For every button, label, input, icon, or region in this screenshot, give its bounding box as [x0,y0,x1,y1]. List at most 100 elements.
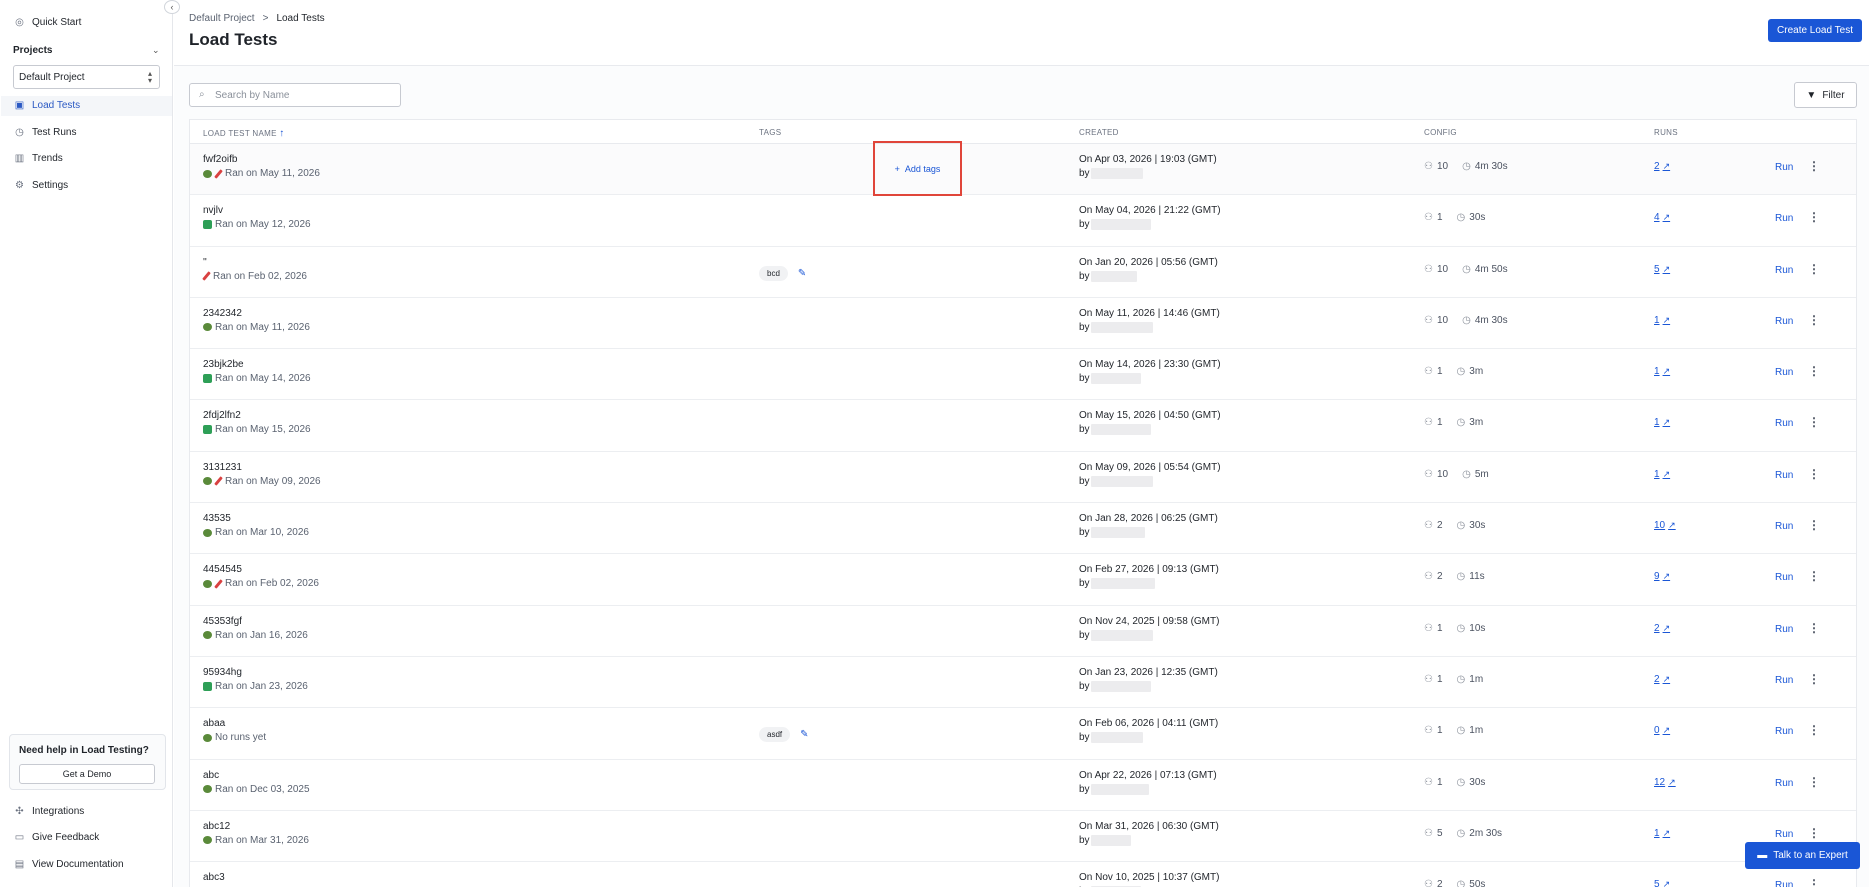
more-options-icon[interactable]: ⋮ [1808,262,1820,276]
run-button[interactable]: Run [1775,521,1793,532]
load-test-name[interactable]: 2fdj2lfn2 [203,410,241,421]
load-test-name[interactable]: abaa [203,718,225,729]
more-options-icon[interactable]: ⋮ [1808,313,1820,327]
tag-chip[interactable]: asdf [759,727,791,743]
more-options-icon[interactable]: ⋮ [1808,364,1820,378]
load-test-name[interactable]: 2342342 [203,308,242,319]
more-options-icon[interactable]: ⋮ [1808,518,1820,532]
table-row[interactable]: 4454545 Ran on Feb 02, 2026 On Feb 27, 2… [190,554,1856,606]
sidebar-item-test-runs[interactable]: ◷ Test Runs [14,127,76,138]
run-button[interactable]: Run [1775,162,1793,173]
runs-link[interactable]: 1 ↗ [1654,417,1670,428]
more-options-icon[interactable]: ⋮ [1808,621,1820,635]
load-test-name[interactable]: abc12 [203,821,230,832]
runs-link[interactable]: 5 ↗ [1654,264,1670,275]
runs-count: 5 [1654,879,1660,887]
table-row[interactable]: 45353fgf Ran on Jan 16, 2026 On Nov 24, … [190,606,1856,657]
runs-link[interactable]: 4 ↗ [1654,212,1670,223]
load-test-name[interactable]: 3131231 [203,462,242,473]
create-load-test-button[interactable]: Create Load Test [1768,19,1862,42]
more-options-icon[interactable]: ⋮ [1808,467,1820,481]
table-row[interactable]: 3131231 Ran on May 09, 2026 On May 09, 2… [190,452,1856,504]
load-test-name[interactable]: nvjlv [203,205,223,216]
run-button[interactable]: Run [1775,470,1793,481]
runs-link[interactable]: 2 ↗ [1654,623,1670,634]
table-row[interactable]: abc Ran on Dec 03, 2025 On Apr 22, 2026 … [190,760,1856,811]
sidebar-item-view-documentation[interactable]: ▤ View Documentation [14,859,124,870]
breadcrumb-project[interactable]: Default Project [189,13,255,24]
sidebar-item-trends[interactable]: ▥ Trends [14,153,63,164]
add-tags-button[interactable]: + Add tags [873,141,962,196]
run-button[interactable]: Run [1775,675,1793,686]
more-options-icon[interactable]: ⋮ [1808,415,1820,429]
load-test-name[interactable]: 45353fgf [203,616,242,627]
more-options-icon[interactable]: ⋮ [1808,877,1820,887]
table-row[interactable]: abc3 On Nov 10, 2025 | 10:37 (GMT) by ⚇2… [190,862,1856,887]
sidebar-item-integrations[interactable]: ✣ Integrations [14,806,84,817]
run-button[interactable]: Run [1775,829,1793,840]
runs-link[interactable]: 10 ↗ [1654,520,1676,531]
run-button[interactable]: Run [1775,778,1793,789]
run-button[interactable]: Run [1775,726,1793,737]
chevron-down-icon[interactable]: ⌄ [152,45,160,56]
table-row[interactable]: 2fdj2lfn2 Ran on May 15, 2026 On May 15,… [190,400,1856,452]
run-button[interactable]: Run [1775,418,1793,429]
run-button[interactable]: Run [1775,265,1793,276]
table-row[interactable]: 95934hg Ran on Jan 23, 2026 On Jan 23, 2… [190,657,1856,709]
run-button[interactable]: Run [1775,367,1793,378]
run-button[interactable]: Run [1775,880,1793,887]
more-options-icon[interactable]: ⋮ [1808,159,1820,173]
load-test-name[interactable]: 4454545 [203,564,242,575]
more-options-icon[interactable]: ⋮ [1808,210,1820,224]
runs-link[interactable]: 1 ↗ [1654,828,1670,839]
runs-link[interactable]: 0 ↗ [1654,725,1670,736]
sidebar-item-load-tests[interactable]: ▣ Load Tests [14,100,80,111]
runs-link[interactable]: 2 ↗ [1654,161,1670,172]
filter-button[interactable]: ▼ Filter [1794,82,1857,108]
runs-link[interactable]: 1 ↗ [1654,366,1670,377]
run-button[interactable]: Run [1775,316,1793,327]
tag-chip[interactable]: bcd [759,265,788,281]
sidebar-item-quick-start[interactable]: ◎ Quick Start [14,17,81,28]
table-row[interactable]: '' Ran on Feb 02, 2026 bcd ✎ On Jan 20, 2… [190,247,1856,298]
run-button[interactable]: Run [1775,624,1793,635]
project-select[interactable]: Default Project ▴ ▾ [13,65,160,89]
runs-link[interactable]: 12 ↗ [1654,777,1676,788]
runs-link[interactable]: 1 ↗ [1654,469,1670,480]
collapse-sidebar-button[interactable]: ‹ [164,0,180,14]
more-options-icon[interactable]: ⋮ [1808,672,1820,686]
edit-pencil-icon[interactable]: ✎ [800,729,808,740]
load-test-name[interactable]: 43535 [203,513,231,524]
talk-to-expert-button[interactable]: ▬ Talk to an Expert [1745,842,1860,869]
runs-link[interactable]: 1 ↗ [1654,315,1670,326]
column-header-name[interactable]: LOAD TEST NAME ↑ [203,128,285,139]
table-row[interactable]: 43535 Ran on Mar 10, 2026 On Jan 28, 202… [190,503,1856,555]
run-button[interactable]: Run [1775,213,1793,224]
runs-link[interactable]: 9 ↗ [1654,571,1670,582]
table-row[interactable]: abaa No runs yet asdf ✎ On Feb 06, 2026 |… [190,708,1856,760]
run-button[interactable]: Run [1775,572,1793,583]
sidebar-item-give-feedback[interactable]: ▭ Give Feedback [14,832,100,843]
load-test-name[interactable]: 95934hg [203,667,242,678]
edit-pencil-icon[interactable]: ✎ [798,268,806,279]
table-row[interactable]: fwf2oifb Ran on May 11, 2026 + Add tags O… [190,141,1856,196]
more-options-icon[interactable]: ⋮ [1808,569,1820,583]
load-test-name[interactable]: '' [203,257,207,268]
search-input[interactable]: ⌕ Search by Name [189,83,401,107]
get-demo-button[interactable]: Get a Demo [19,764,155,784]
load-test-name[interactable]: abc [203,770,219,781]
table-row[interactable]: 23bjk2be Ran on May 14, 2026 On May 14, … [190,349,1856,401]
more-options-icon[interactable]: ⋮ [1808,826,1820,840]
table-row[interactable]: nvjlv Ran on May 12, 2026 On May 04, 202… [190,195,1856,247]
load-test-name[interactable]: abc3 [203,872,225,883]
table-row[interactable]: 2342342 Ran on May 11, 2026 On May 11, 2… [190,298,1856,350]
sidebar-item-settings[interactable]: ⚙ Settings [14,180,68,191]
table-row[interactable]: abc12 Ran on Mar 31, 2026 On Mar 31, 202… [190,811,1856,863]
runs-link[interactable]: 2 ↗ [1654,674,1670,685]
more-options-icon[interactable]: ⋮ [1808,723,1820,737]
runs-link[interactable]: 5 ↗ [1654,879,1670,887]
load-test-name[interactable]: 23bjk2be [203,359,244,370]
load-test-name[interactable]: fwf2oifb [203,154,237,165]
sort-asc-icon[interactable]: ↑ [279,128,284,139]
more-options-icon[interactable]: ⋮ [1808,775,1820,789]
